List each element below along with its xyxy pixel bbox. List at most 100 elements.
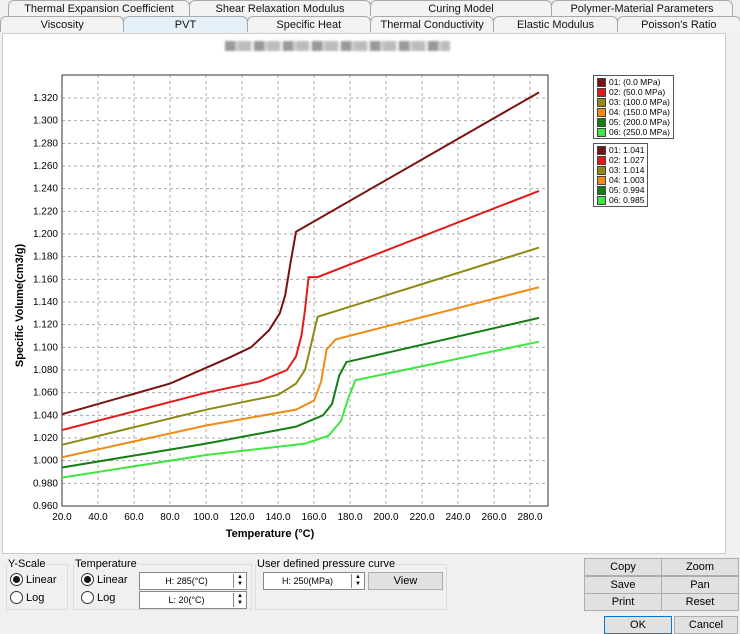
tab-row-top: Thermal Expansion Coefficient Shear Relax… [0, 0, 740, 16]
value: H: 285(°C) [165, 576, 208, 586]
legend-swatch [597, 117, 606, 127]
temperature-title: Temperature [75, 558, 137, 570]
x-axis-label: Temperature (°C) [226, 528, 315, 540]
temperature-low-stepper[interactable]: L: 20(°C) ▲ ▼ [139, 591, 247, 609]
legend-swatch [597, 145, 606, 155]
y-tick-label: 1.160 [33, 274, 58, 285]
legend-item: 06: 0.985 [597, 195, 644, 205]
legend-label: 05: (200.0 MPa) [609, 117, 670, 127]
y-tick-label: 0.980 [33, 478, 58, 489]
legend-label: 03: 1.014 [609, 165, 645, 175]
y-tick-label: 1.220 [33, 206, 58, 217]
legend-item: 02: 1.027 [597, 155, 644, 165]
x-tick-label: 40.0 [88, 512, 108, 523]
legend-swatch [597, 107, 606, 117]
y-tick-label: 1.120 [33, 320, 58, 331]
y-tick-label: 1.000 [33, 456, 58, 467]
legend-label: 04: (150.0 MPa) [609, 107, 670, 117]
y-tick-label: 1.180 [33, 252, 58, 263]
temperature-high-stepper[interactable]: H: 285(°C) ▲ ▼ [139, 572, 247, 590]
cancel-button[interactable]: Cancel [674, 616, 738, 634]
label: Log [26, 591, 45, 604]
legend-values: 01: 1.041 02: 1.027 03: 1.014 04: 1.003 05: … [593, 143, 649, 207]
legend-label: 01: (0.0 MPa) [609, 77, 661, 87]
x-tick-label: 220.0 [409, 512, 434, 523]
tab-elastic-modulus[interactable]: Elastic Modulus [493, 16, 618, 32]
spin-arrows-icon[interactable]: ▲ ▼ [351, 574, 364, 588]
x-tick-label: 100.0 [193, 512, 218, 523]
y-tick-label: 1.200 [33, 229, 58, 240]
y-tick-label: 1.080 [33, 365, 58, 376]
copy-button[interactable]: Copy [584, 558, 662, 576]
legend-swatch [597, 97, 606, 107]
legend-swatch [597, 127, 606, 137]
tab-specific-heat[interactable]: Specific Heat [246, 16, 371, 32]
radio-selected-icon [81, 573, 94, 586]
pressure-stepper[interactable]: H: 250(MPa) ▲ ▼ [263, 572, 365, 590]
tab-shear-relaxation-modulus[interactable]: Shear Relaxation Modulus [189, 0, 371, 16]
x-tick-label: 200.0 [373, 512, 398, 523]
y-tick-label: 1.100 [33, 342, 58, 353]
x-tick-label: 80.0 [160, 512, 180, 523]
radio-selected-icon [10, 573, 23, 586]
view-button[interactable]: View [368, 572, 443, 590]
y-tick-label: 1.320 [33, 93, 58, 104]
tab-curing-model[interactable]: Curing Model [370, 0, 552, 16]
pan-button[interactable]: Pan [661, 576, 739, 594]
temperature-linear-radio[interactable]: Linear [81, 573, 128, 586]
x-tick-label: 60.0 [124, 512, 144, 523]
temperature-log-radio[interactable]: Log [81, 591, 115, 604]
y-tick-label: 1.040 [33, 410, 58, 421]
label: Linear [26, 573, 57, 586]
y-axis-label: Specific Volume(cm3/g) [14, 244, 26, 368]
legend-swatch [597, 77, 606, 87]
tab-thermal-conductivity[interactable]: Thermal Conductivity [369, 16, 495, 32]
pvt-chart: 20.0 40.0 60.0 80.0 100.0 120.0 140.0 160.0 180.… [14, 74, 549, 540]
y-tick-label: 1.280 [33, 138, 58, 149]
legend-pressure: 01: (0.0 MPa) 02: (50.0 MPa) 03: (100.0 MP… [593, 75, 674, 139]
legend-swatch [597, 155, 606, 165]
x-tick-label: 140.0 [265, 512, 290, 523]
ok-button[interactable]: OK [604, 616, 672, 634]
reset-button[interactable]: Reset [661, 593, 739, 611]
legend-label: 01: 1.041 [609, 145, 645, 155]
radio-icon [10, 591, 23, 604]
print-button[interactable]: Print [584, 593, 662, 611]
legend-item: 01: (0.0 MPa) [597, 77, 670, 87]
tab-pvt[interactable]: PVT [123, 16, 248, 32]
spin-arrows-icon[interactable]: ▲ ▼ [233, 574, 246, 588]
zoom-button[interactable]: Zoom [661, 558, 739, 576]
save-button[interactable]: Save [584, 576, 662, 594]
legend-swatch [597, 185, 606, 195]
tab-polymer-material-parameters[interactable]: Polymer-Material Parameters [551, 0, 733, 16]
legend-swatch [597, 195, 606, 205]
y-tick-label: 1.260 [33, 161, 58, 172]
legend-swatch [597, 175, 606, 185]
series-line-6 [61, 340, 540, 479]
radio-icon [81, 591, 94, 604]
legend-label: 05: 0.994 [609, 185, 645, 195]
y-tick-label: 1.060 [33, 388, 58, 399]
pressure-title: User defined pressure curve [257, 558, 396, 570]
tab-thermal-expansion-coefficient[interactable]: Thermal Expansion Coefficient [8, 0, 190, 16]
y-tick-label: 1.020 [33, 433, 58, 444]
spin-arrows-icon[interactable]: ▲ ▼ [233, 593, 246, 607]
legend-item: 04: 1.003 [597, 175, 644, 185]
x-tick-label: 120.0 [229, 512, 254, 523]
yscale-log-radio[interactable]: Log [10, 591, 44, 604]
tab-viscosity[interactable]: Viscosity [0, 16, 125, 32]
yscale-linear-radio[interactable]: Linear [10, 573, 57, 586]
legend-label: 06: (250.0 MPa) [609, 127, 670, 137]
legend-label: 02: (50.0 MPa) [609, 87, 666, 97]
x-tick-label: 240.0 [445, 512, 470, 523]
legend-swatch [597, 87, 606, 97]
y-tick-label: 1.140 [33, 297, 58, 308]
x-tick-label: 20.0 [52, 512, 72, 523]
x-tick-label: 180.0 [337, 512, 362, 523]
chart-title-redacted [225, 41, 450, 51]
legend-item: 06: (250.0 MPa) [597, 127, 670, 137]
legend-item: 05: (200.0 MPa) [597, 117, 670, 127]
tab-poisson-s-ratio[interactable]: Poisson's Ratio [616, 16, 740, 32]
legend-label: 02: 1.027 [609, 155, 645, 165]
value: H: 250(MPa) [281, 576, 334, 586]
